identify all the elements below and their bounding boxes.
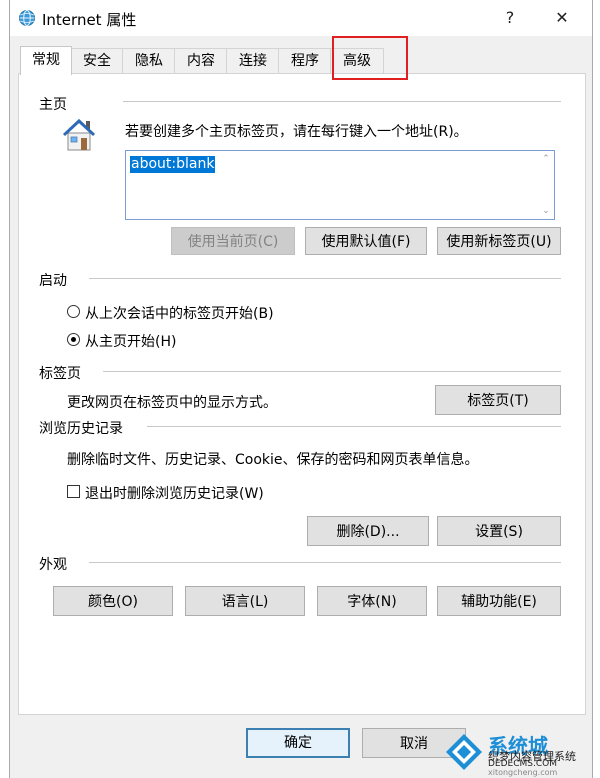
history-settings-button[interactable]: 设置(S)	[437, 516, 561, 546]
divider	[147, 426, 561, 427]
delete-history-button[interactable]: 删除(D)...	[307, 516, 429, 546]
delete-on-exit-checkbox[interactable]	[67, 485, 80, 498]
section-startup-label: 启动	[39, 273, 67, 289]
tab-security[interactable]: 安全	[70, 48, 124, 73]
radio-last-session[interactable]	[67, 305, 80, 318]
section-history-label: 浏览历史记录	[39, 421, 123, 437]
fonts-button[interactable]: 字体(N)	[317, 586, 427, 616]
window-title: Internet 属性	[42, 11, 137, 29]
tab-content[interactable]: 内容	[174, 48, 228, 73]
divider	[123, 101, 561, 102]
languages-button[interactable]: 语言(L)	[185, 586, 305, 616]
use-new-tab-button[interactable]: 使用新标签页(U)	[437, 227, 561, 255]
ok-button[interactable]: 确定	[246, 728, 350, 758]
tabs-description: 更改网页在标签页中的显示方式。	[67, 395, 277, 411]
watermark: 系统城 织梦内容管理系统 DEDECMS.COM xitongcheng.com	[444, 730, 594, 777]
close-button[interactable]: ✕	[550, 6, 574, 30]
help-button[interactable]: ?	[498, 6, 522, 30]
tab-connections[interactable]: 连接	[226, 48, 280, 73]
homepage-description: 若要创建多个主页标签页，请在每行键入一个地址(R)。	[125, 124, 468, 140]
use-current-button[interactable]: 使用当前页(C)	[171, 227, 295, 255]
general-tab-panel: 主页 若要创建多个主页标签页，请在每行键入一个地址(R)。 about:blan…	[18, 73, 586, 715]
radio-last-session-label: 从上次会话中的标签页开始(B)	[85, 306, 274, 322]
radio-homepage-label: 从主页开始(H)	[85, 334, 177, 350]
divider	[89, 562, 561, 563]
tab-programs[interactable]: 程序	[278, 48, 332, 73]
watermark-logo-icon	[446, 734, 482, 770]
history-description: 删除临时文件、历史记录、Cookie、保存的密码和网页表单信息。	[67, 452, 479, 468]
delete-on-exit-label: 退出时删除浏览历史记录(W)	[85, 486, 264, 502]
divider	[103, 371, 561, 372]
section-appearance-label: 外观	[39, 557, 67, 573]
section-homepage-label: 主页	[39, 97, 67, 113]
tabs-settings-button[interactable]: 标签页(T)	[435, 385, 561, 415]
house-icon	[59, 114, 99, 154]
background-left	[0, 0, 9, 778]
section-tabs-label: 标签页	[39, 366, 81, 382]
accessibility-button[interactable]: 辅助功能(E)	[437, 586, 561, 616]
title-bar: Internet 属性 ? ✕	[10, 0, 592, 36]
tab-privacy[interactable]: 隐私	[122, 48, 176, 73]
scroll-down-icon[interactable]: ⌄	[541, 206, 551, 216]
ie-globe-icon	[18, 9, 36, 27]
tab-strip: 常规 安全 隐私 内容 连接 程序 高级	[18, 46, 586, 75]
watermark-url: xitongcheng.com	[488, 768, 558, 777]
homepage-address-value: about:blank	[130, 156, 216, 173]
homepage-address-input[interactable]: about:blank ⌃ ⌄	[125, 150, 555, 220]
scroll-up-icon[interactable]: ⌃	[541, 154, 551, 164]
radio-homepage[interactable]	[67, 333, 80, 346]
use-default-button[interactable]: 使用默认值(F)	[305, 227, 427, 255]
highlight-box	[332, 36, 408, 80]
internet-properties-dialog: Internet 属性 ? ✕ 常规 安全 隐私 内容 连接 程序 高级 主页 …	[9, 0, 593, 778]
tab-general[interactable]: 常规	[20, 46, 72, 75]
colors-button[interactable]: 颜色(O)	[53, 586, 173, 616]
divider	[89, 278, 561, 279]
